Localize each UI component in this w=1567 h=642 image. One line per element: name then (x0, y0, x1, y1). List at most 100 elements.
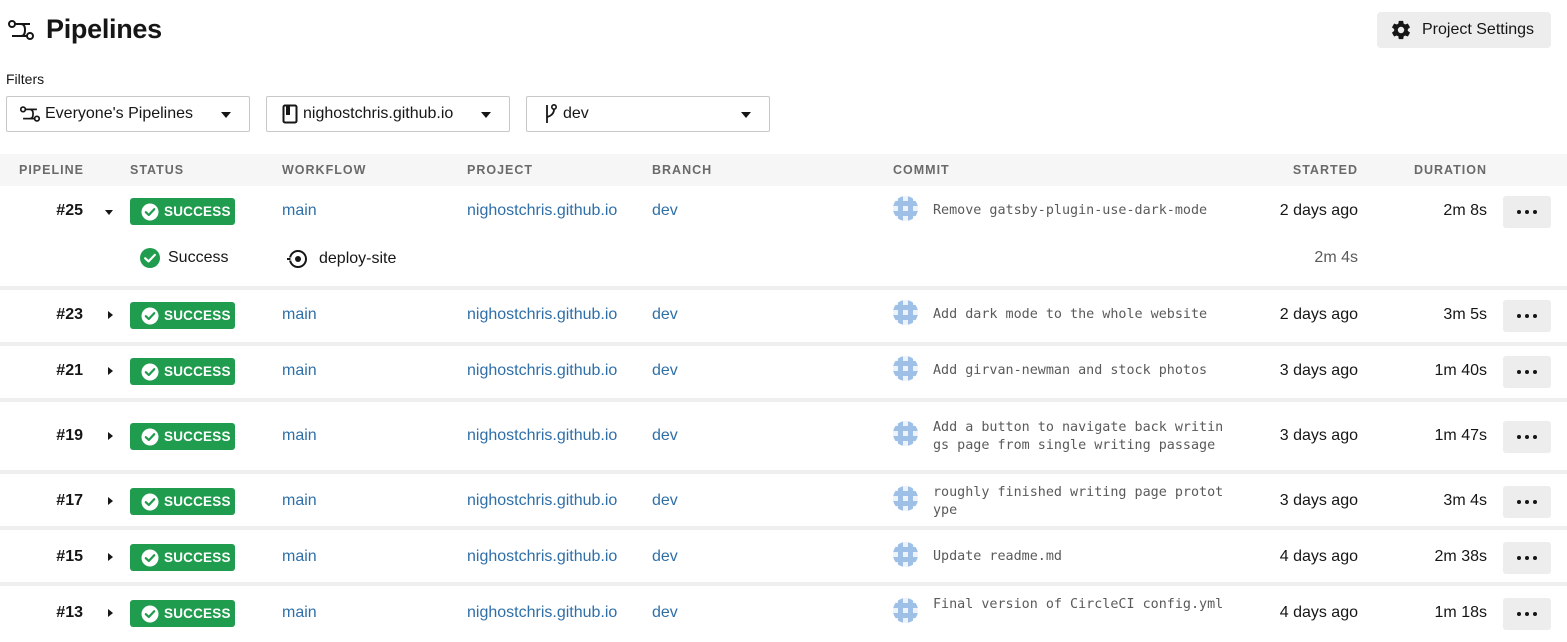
more-actions-button[interactable] (1503, 356, 1551, 388)
expand-toggle[interactable] (102, 308, 118, 324)
ellipsis-icon (1517, 556, 1537, 560)
avatar-identicon (893, 542, 918, 567)
avatar (893, 486, 918, 511)
project-link[interactable]: nighostchris.github.io (467, 604, 617, 622)
job-deploy-site[interactable]: deploy-site (287, 248, 396, 270)
expand-toggle[interactable] (102, 494, 118, 510)
ellipsis-icon (1517, 500, 1537, 504)
table-row (0, 186, 1567, 286)
status-badge[interactable]: SUCCESS (130, 600, 235, 627)
more-actions-button[interactable] (1503, 542, 1551, 574)
expand-toggle[interactable] (102, 364, 118, 380)
avatar-identicon (893, 421, 918, 446)
started-time: 4 days ago (1279, 548, 1358, 565)
commit-message[interactable]: Add a button to navigate back writings p… (933, 419, 1231, 455)
status-badge[interactable]: SUCCESS (130, 198, 235, 225)
pipelines-icon (19, 103, 41, 125)
branch-link[interactable]: dev (652, 548, 678, 566)
started-time: 3 days ago (1279, 427, 1358, 444)
pipeline-number[interactable]: #21 (0, 362, 83, 380)
pipeline-number[interactable]: #19 (0, 427, 83, 445)
commit-message[interactable]: Add girvan-newman and stock photos (933, 362, 1231, 380)
project-link[interactable]: nighostchris.github.io (467, 362, 617, 380)
workflow-link[interactable]: main (282, 306, 317, 324)
branch-filter-dropdown[interactable]: dev (526, 96, 770, 132)
expand-toggle[interactable] (102, 550, 118, 566)
pipelines-filter-dropdown[interactable]: Everyone's Pipelines (6, 96, 250, 132)
repository-icon (279, 103, 301, 125)
chevron-down-icon (741, 112, 751, 118)
project-link[interactable]: nighostchris.github.io (467, 492, 617, 510)
workflow-link[interactable]: main (282, 427, 317, 445)
workflow-link[interactable]: main (282, 202, 317, 220)
avatar (893, 300, 918, 325)
commit-message[interactable]: Add dark mode to the whole website (933, 306, 1231, 324)
workflow-link[interactable]: main (282, 492, 317, 510)
caret-right-icon (108, 609, 113, 617)
avatar-identicon (893, 356, 918, 381)
more-actions-button[interactable] (1503, 421, 1551, 453)
commit-message[interactable]: roughly finished writing page prototype (933, 484, 1231, 520)
column-header-pipeline: PIPELINE (19, 163, 84, 177)
more-actions-button[interactable] (1503, 598, 1551, 630)
project-link[interactable]: nighostchris.github.io (467, 202, 617, 220)
status-badge[interactable]: SUCCESS (130, 488, 235, 515)
expand-toggle[interactable] (102, 606, 118, 622)
project-link[interactable]: nighostchris.github.io (467, 548, 617, 566)
more-actions-button[interactable] (1503, 300, 1551, 332)
caret-right-icon (108, 553, 113, 561)
project-link[interactable]: nighostchris.github.io (467, 427, 617, 445)
workflow-link[interactable]: main (282, 548, 317, 566)
status-badge[interactable]: SUCCESS (130, 423, 235, 450)
success-check-icon (141, 428, 159, 445)
pipeline-duration: 3m 5s (1443, 306, 1487, 323)
more-actions-button[interactable] (1503, 486, 1551, 518)
success-check-icon (140, 248, 160, 268)
ellipsis-icon (1517, 210, 1537, 214)
column-header-status: STATUS (130, 163, 185, 177)
branch-link[interactable]: dev (652, 306, 678, 324)
pipeline-number[interactable]: #23 (0, 306, 83, 324)
commit-message[interactable]: Final version of CircleCI config.yml (933, 596, 1231, 614)
branch-link[interactable]: dev (652, 362, 678, 380)
commit-message[interactable]: Update readme.md (933, 548, 1231, 566)
success-check-icon (141, 363, 159, 380)
column-header-commit: COMMIT (893, 163, 950, 177)
job-duration: 2m 4s (1314, 249, 1358, 266)
pipeline-number[interactable]: #17 (0, 492, 83, 510)
pipeline-number[interactable]: #25 (0, 202, 83, 220)
job-name: deploy-site (319, 250, 397, 267)
column-header-branch: BRANCH (652, 163, 713, 177)
status-badge[interactable]: SUCCESS (130, 302, 235, 329)
branch-link[interactable]: dev (652, 492, 678, 510)
more-actions-button[interactable] (1503, 196, 1551, 228)
started-time: 3 days ago (1279, 492, 1358, 509)
success-check-icon (141, 307, 159, 324)
pipeline-duration: 1m 18s (1434, 604, 1487, 621)
branch-link[interactable]: dev (652, 427, 678, 445)
started-time: 2 days ago (1279, 202, 1358, 219)
avatar (893, 421, 918, 446)
status-badge[interactable]: SUCCESS (130, 358, 235, 385)
collapse-toggle[interactable] (102, 204, 118, 220)
project-settings-button[interactable]: Project Settings (1377, 12, 1551, 48)
avatar (893, 356, 918, 381)
status-badge[interactable]: SUCCESS (130, 544, 235, 571)
pipeline-number[interactable]: #13 (0, 604, 83, 622)
workflow-link[interactable]: main (282, 362, 317, 380)
workflow-link[interactable]: main (282, 604, 317, 622)
caret-right-icon (108, 367, 113, 375)
project-filter-dropdown[interactable]: nighostchris.github.io (266, 96, 510, 132)
pipeline-number[interactable]: #15 (0, 548, 83, 566)
branch-link[interactable]: dev (652, 604, 678, 622)
table-header: PIPELINE STATUS WORKFLOW PROJECT BRANCH … (0, 154, 1567, 186)
project-link[interactable]: nighostchris.github.io (467, 306, 617, 324)
avatar-identicon (893, 486, 918, 511)
pipeline-duration: 1m 47s (1434, 427, 1487, 444)
expand-toggle[interactable] (102, 429, 118, 445)
status-badge-label: SUCCESS (164, 550, 231, 565)
branch-link[interactable]: dev (652, 202, 678, 220)
commit-message[interactable]: Remove gatsby-plugin-use-dark-mode (933, 202, 1231, 220)
status-badge-label: SUCCESS (164, 308, 231, 323)
status-badge-label: SUCCESS (164, 429, 231, 444)
